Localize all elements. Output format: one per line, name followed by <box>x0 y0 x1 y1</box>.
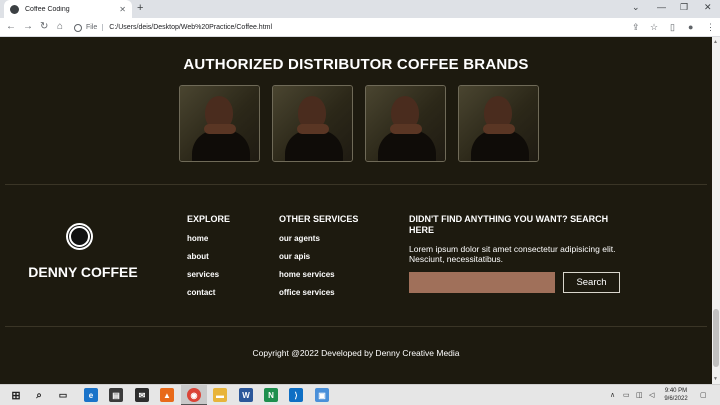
close-window-icon[interactable]: ✕ <box>704 2 712 13</box>
word-icon[interactable]: W <box>239 388 253 402</box>
search-cta-text: Lorem ipsum dolor sit amet consectetur a… <box>409 244 616 264</box>
chrome-icon[interactable]: ◉ <box>187 388 201 402</box>
clock-time: 9:40 PM <box>664 388 688 394</box>
tray-chevron-up-icon[interactable]: ∧ <box>610 391 615 399</box>
link-contact[interactable]: contact <box>187 288 215 297</box>
restore-icon[interactable]: ❐ <box>680 2 688 13</box>
windows-taskbar: ⊞ ⌕ ▭ e ▤ ✉ ▲ ◉ ▬ W N ⟩ ▣ ∧ ▭ ◫ ◁ 9:40 P… <box>0 384 720 405</box>
bookmark-star-icon[interactable]: ☆ <box>650 22 658 33</box>
brand-image <box>458 85 539 162</box>
reload-icon[interactable]: ↻ <box>40 21 48 32</box>
other-services-title: OTHER SERVICES <box>279 214 359 224</box>
link-office-services[interactable]: office services <box>279 288 335 297</box>
notifications-icon[interactable]: ▢ <box>700 391 707 399</box>
link-our-agents[interactable]: our agents <box>279 234 320 243</box>
search-input[interactable] <box>409 272 555 293</box>
brand-image <box>272 85 353 162</box>
brands-title: AUTHORIZED DISTRIBUTOR COFFEE BRANDS <box>183 56 529 73</box>
file-label: File <box>86 24 104 31</box>
task-view-icon[interactable]: ▭ <box>56 388 70 402</box>
network-icon[interactable]: ◫ <box>636 391 643 399</box>
search-cta-title-line2: HERE <box>409 225 435 235</box>
notepad-plus-plus-icon[interactable]: N <box>264 388 278 402</box>
file-explorer-icon[interactable]: ▬ <box>213 388 227 402</box>
close-tab-icon[interactable]: ✕ <box>119 5 126 14</box>
edge-icon[interactable]: e <box>84 388 98 402</box>
share-icon[interactable]: ⇪ <box>632 22 640 33</box>
battery-icon[interactable]: ▭ <box>623 391 630 399</box>
browser-toolbar: ← → ↻ ⌂ File C:/Users/deis/Desktop/Web%2… <box>0 18 720 37</box>
browser-tab[interactable]: Coffee Coding ✕ <box>4 0 132 18</box>
vlc-icon[interactable]: ▲ <box>160 388 174 402</box>
link-our-apis[interactable]: our apis <box>279 252 310 261</box>
scroll-down-icon[interactable]: ▼ <box>713 376 718 382</box>
profile-icon[interactable]: ● <box>688 22 693 32</box>
footer-brand-name: DENNY COFFEE <box>28 264 138 280</box>
minimize-icon[interactable]: — <box>657 2 666 12</box>
windows-start-icon[interactable]: ⊞ <box>9 388 23 402</box>
link-about[interactable]: about <box>187 252 209 261</box>
section-divider <box>5 184 707 185</box>
explore-title: EXPLORE <box>187 214 231 224</box>
tab-title: Coffee Coding <box>25 5 70 13</box>
remote-desktop-icon[interactable]: ▣ <box>315 388 329 402</box>
back-icon[interactable]: ← <box>6 21 16 32</box>
brand-image <box>365 85 446 162</box>
browser-tabbar: Coffee Coding ✕ + ⌄ — ❐ ✕ <box>0 0 720 18</box>
web-page: AUTHORIZED DISTRIBUTOR COFFEE BRANDS DEN… <box>0 37 712 384</box>
forward-icon[interactable]: → <box>23 21 33 32</box>
scroll-up-icon[interactable]: ▲ <box>713 39 718 45</box>
menu-icon[interactable]: ⋮ <box>706 22 715 33</box>
side-panel-icon[interactable]: ▯ <box>670 22 675 33</box>
vscode-icon[interactable]: ⟩ <box>289 388 303 402</box>
clock-date: 9/6/2022 <box>664 396 688 402</box>
search-button[interactable]: Search <box>563 272 620 293</box>
new-tab-icon[interactable]: + <box>137 2 143 14</box>
volume-icon[interactable]: ◁ <box>649 391 654 399</box>
brands-gallery <box>179 85 539 162</box>
search-icon[interactable]: ⌕ <box>32 388 46 402</box>
page-scrollbar[interactable]: ▲ ▼ <box>712 37 720 384</box>
link-home[interactable]: home <box>187 234 208 243</box>
mail-icon[interactable]: ✉ <box>135 388 149 402</box>
scrollbar-thumb[interactable] <box>713 309 719 367</box>
link-services[interactable]: services <box>187 270 219 279</box>
taskbar-clock[interactable]: 9:40 PM 9/6/2022 <box>664 387 688 403</box>
copyright-text: Copyright @2022 Developed by Denny Creat… <box>252 348 460 358</box>
address-bar[interactable]: File C:/Users/deis/Desktop/Web%20Practic… <box>74 20 626 35</box>
globe-icon <box>10 4 19 14</box>
chevron-down-icon[interactable]: ⌄ <box>632 2 640 13</box>
brand-image <box>179 85 260 162</box>
footer-divider <box>5 326 707 327</box>
home-icon[interactable]: ⌂ <box>57 21 63 32</box>
info-icon[interactable] <box>74 23 82 32</box>
store-icon[interactable]: ▤ <box>109 388 123 402</box>
url-text[interactable]: C:/Users/deis/Desktop/Web%20Practice/Cof… <box>109 24 272 31</box>
search-cta-title-line1: DIDN'T FIND ANYTHING YOU WANT? SEARCH <box>409 214 609 224</box>
link-home-services[interactable]: home services <box>279 270 335 279</box>
coffee-logo-icon <box>66 223 93 250</box>
